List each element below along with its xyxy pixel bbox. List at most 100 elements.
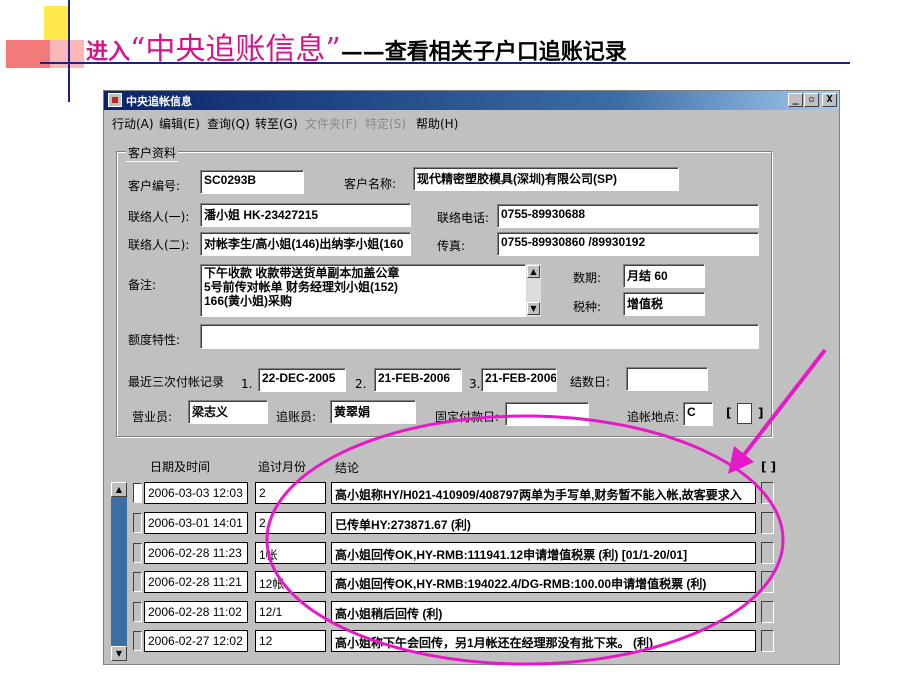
remarks-line: 5号前传对帐单 财务经理刘小姐(152) xyxy=(204,280,399,294)
phone-label: 联络电话: xyxy=(437,211,490,225)
app-window: 中央追帐信息 _ ▫ X 行动(A) 编辑(E) 查询(Q) 转至(G) 文件夹… xyxy=(103,90,840,665)
payment3-number: 3. xyxy=(469,377,481,391)
payment1-number: 1. xyxy=(241,377,253,391)
scroll-down-icon[interactable]: ▼ xyxy=(527,302,540,315)
minimize-button[interactable]: _ xyxy=(788,93,803,107)
restore-button[interactable]: ▫ xyxy=(804,93,819,107)
record-checkbox[interactable] xyxy=(761,630,774,652)
customer-name-label: 客户名称: xyxy=(344,177,397,191)
slide-title-suffix: ——查看相关子户口追账记录 xyxy=(340,39,627,65)
record-result[interactable]: 高小姐称下午会回传，另1月帐还在经理那没有批下来。 (利) xyxy=(331,630,756,652)
record-month[interactable]: 2 xyxy=(255,512,326,534)
record-result[interactable]: 高小姐稍后回传 (利) xyxy=(331,601,756,623)
scroll-up-icon[interactable]: ▲ xyxy=(111,482,127,497)
record-checkbox[interactable] xyxy=(761,542,774,564)
record-month[interactable]: 1帐 xyxy=(255,542,326,564)
menu-goto[interactable]: 转至(G) xyxy=(255,115,298,132)
record-result[interactable]: 已传单HY:273871.67 (利) xyxy=(331,512,756,534)
sales-label: 营业员: xyxy=(132,410,173,424)
row-indicator[interactable] xyxy=(133,543,142,563)
close-day-label: 结数日: xyxy=(570,375,611,389)
phone-field[interactable]: 0755-89930688 xyxy=(497,204,759,228)
bracket-open: [ xyxy=(726,406,732,420)
collector-field[interactable]: 黄翠娟 xyxy=(330,400,416,424)
slide-title-name: “中央追账信息” xyxy=(130,32,341,67)
record-datetime[interactable]: 2006-03-03 12:03 xyxy=(144,482,248,504)
record-result[interactable]: 高小姐称HY/H021-410909/408797两单为手写单,财务暂不能入帐,… xyxy=(331,482,756,504)
payment3-field[interactable]: 21-FEB-2006 xyxy=(481,368,557,392)
row-indicator[interactable] xyxy=(133,602,142,622)
record-datetime[interactable]: 2006-03-01 14:01 xyxy=(144,512,248,534)
col-header-month: 追讨月份 xyxy=(258,460,307,474)
fixed-day-field[interactable] xyxy=(505,402,589,426)
row-indicator[interactable] xyxy=(133,631,142,651)
record-result[interactable]: 高小姐回传OK,HY-RMB:111941.12申请增值税票 (利) [01/1… xyxy=(331,542,756,564)
customer-code-label: 客户编号: xyxy=(128,179,181,193)
customer-code-field[interactable]: SC0293B xyxy=(200,170,304,194)
collector-label: 追账员: xyxy=(276,410,317,424)
record-checkbox[interactable] xyxy=(761,601,774,623)
fixed-day-label: 固定付款日: xyxy=(435,410,500,424)
scroll-down-icon[interactable]: ▼ xyxy=(111,646,127,661)
col-header-datetime: 日期及时间 xyxy=(150,460,211,474)
app-icon[interactable] xyxy=(108,93,122,107)
contact1-label: 联络人(一): xyxy=(128,210,190,224)
contact2-label: 联络人(二): xyxy=(128,238,190,252)
payment2-field[interactable]: 21-FEB-2006 xyxy=(374,368,462,392)
credit-field[interactable] xyxy=(200,324,759,349)
location-label: 追帐地点: xyxy=(627,410,680,424)
menu-folder[interactable]: 文件夹(F) xyxy=(305,115,357,132)
scroll-up-icon[interactable]: ▲ xyxy=(527,265,540,278)
record-datetime[interactable]: 2006-02-28 11:21 xyxy=(144,571,248,593)
fax-label: 传真: xyxy=(437,239,466,253)
customer-group-title: 客户资料 xyxy=(126,144,179,162)
sales-field[interactable]: 梁志义 xyxy=(188,400,268,424)
payment1-field[interactable]: 22-DEC-2005 xyxy=(258,368,346,392)
remarks-label: 备注: xyxy=(128,278,157,292)
last-payments-label: 最近三次付帐记录 xyxy=(128,375,225,389)
payment2-number: 2. xyxy=(355,377,367,391)
record-checkbox[interactable] xyxy=(761,482,774,504)
window-title: 中央追帐信息 xyxy=(126,95,192,108)
tax-field[interactable]: 增值税 xyxy=(623,292,705,316)
tax-label: 税种: xyxy=(573,300,602,314)
record-month[interactable]: 12 xyxy=(255,630,326,652)
remarks-line: 166(黄小姐)采购 xyxy=(204,294,293,308)
location-checkbox[interactable] xyxy=(737,403,752,424)
menu-special[interactable]: 特定(S) xyxy=(365,115,406,132)
contact2-field[interactable]: 对帐李生/高小姐(146)出纳李小姐(160 xyxy=(200,232,411,256)
records-scrollbar[interactable] xyxy=(111,482,127,661)
window-titlebar[interactable]: 中央追帐信息 _ ▫ X xyxy=(104,91,839,110)
row-indicator[interactable] xyxy=(133,483,142,503)
term-label: 数期: xyxy=(573,271,602,285)
record-month[interactable]: 2 xyxy=(255,482,326,504)
record-result[interactable]: 高小姐回传OK,HY-RMB:194022.4/DG-RMB:100.00申请增… xyxy=(331,571,756,593)
contact1-field[interactable]: 潘小姐 HK-23427215 xyxy=(200,203,411,227)
record-datetime[interactable]: 2006-02-28 11:02 xyxy=(144,601,248,623)
record-checkbox[interactable] xyxy=(761,512,774,534)
location-field[interactable]: C xyxy=(683,402,713,426)
record-month[interactable]: 12/1 xyxy=(255,601,326,623)
fax-field[interactable]: 0755-89930860 /89930192 xyxy=(497,232,759,256)
decor-vertical-line xyxy=(68,0,70,102)
close-day-field[interactable] xyxy=(626,367,708,391)
slide-title-prefix: 进入 xyxy=(86,39,131,65)
row-indicator[interactable] xyxy=(133,513,142,533)
menu-query[interactable]: 查询(Q) xyxy=(207,115,250,132)
customer-name-field[interactable]: 现代精密塑胶模具(深圳)有限公司(SP) xyxy=(413,167,679,191)
record-datetime[interactable]: 2006-02-28 11:23 xyxy=(144,542,248,564)
menu-help[interactable]: 帮助(H) xyxy=(416,115,458,132)
menu-edit[interactable]: 编辑(E) xyxy=(159,115,200,132)
menu-action[interactable]: 行动(A) xyxy=(112,115,154,132)
term-field[interactable]: 月结 60 xyxy=(623,264,705,288)
remarks-textarea[interactable]: 下午收款 收款带送货单副本加盖公章 5号前传对帐单 财务经理刘小姐(152) 1… xyxy=(200,264,526,317)
slide-title: 进入“中央追账信息”——查看相关子户口追账记录 xyxy=(86,24,627,68)
col-header-result: 结论 xyxy=(335,461,360,475)
record-checkbox[interactable] xyxy=(761,571,774,593)
record-datetime[interactable]: 2006-02-27 12:02 xyxy=(144,630,248,652)
row-indicator[interactable] xyxy=(133,572,142,592)
credit-label: 额度特性: xyxy=(128,333,181,347)
bracket-close: ] xyxy=(758,406,764,420)
close-button[interactable]: X xyxy=(822,93,837,107)
record-month[interactable]: 12帐 xyxy=(255,571,326,593)
